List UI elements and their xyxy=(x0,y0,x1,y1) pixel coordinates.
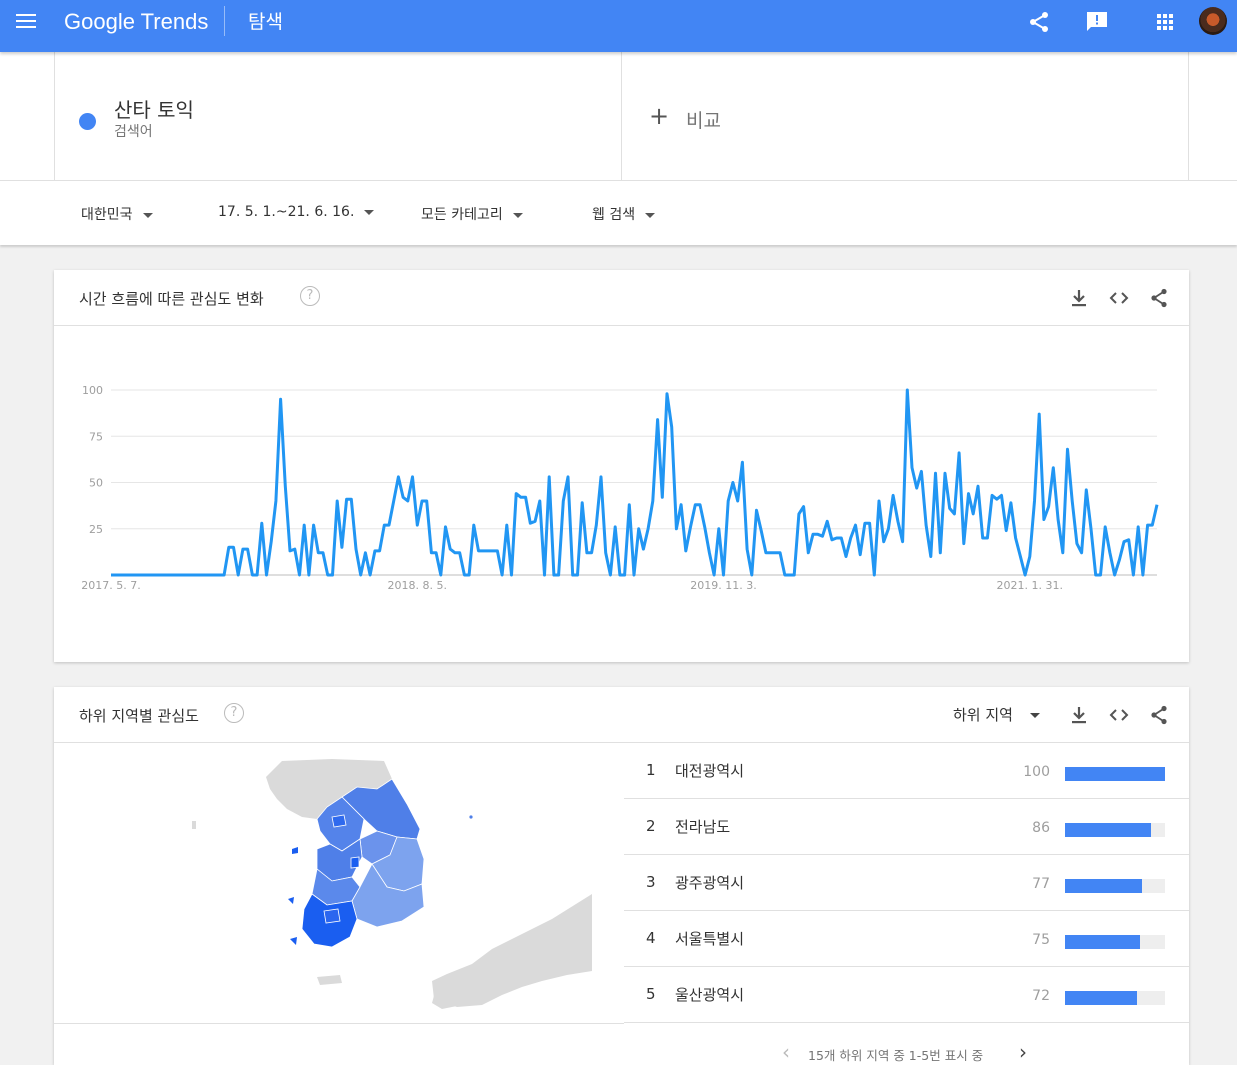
rank-number: 3 xyxy=(646,873,656,891)
interest-value: 77 xyxy=(1032,876,1050,892)
interest-bar xyxy=(1065,935,1140,949)
list-item[interactable]: 4 서울특별시 75 xyxy=(624,911,1189,967)
interest-bar-track xyxy=(1065,823,1165,837)
search-term-type: 검색어 xyxy=(114,124,153,140)
region-name[interactable]: 광주광역시 xyxy=(675,872,744,893)
x-tick-label: 2017. 5. 7. xyxy=(81,579,140,592)
download-icon[interactable] xyxy=(1067,703,1091,727)
pagination: ‹ 15개 하위 지역 중 1-5번 표시 중 › xyxy=(54,1039,1189,1065)
map-ulleung xyxy=(469,815,473,819)
y-tick-label: 100 xyxy=(82,384,103,397)
share-icon[interactable] xyxy=(1147,703,1171,727)
map-west-islands xyxy=(288,847,298,945)
menu-icon[interactable] xyxy=(16,14,36,30)
x-tick-label: 2021. 1. 31. xyxy=(997,579,1063,592)
next-page-icon[interactable]: › xyxy=(1019,1040,1027,1064)
map-region-gwangju xyxy=(323,908,341,924)
interest-bar-track xyxy=(1065,767,1165,781)
dropdown-arrow-icon xyxy=(512,212,523,218)
share-icon[interactable] xyxy=(1027,10,1051,34)
interest-value: 86 xyxy=(1032,820,1050,836)
subregion-title: 하위 지역별 관심도 xyxy=(79,707,199,725)
rank-number: 5 xyxy=(646,985,656,1003)
interest-bar-track xyxy=(1065,935,1165,949)
apps-grid-icon[interactable] xyxy=(1153,10,1177,34)
help-icon[interactable]: ? xyxy=(300,286,320,306)
interest-bar xyxy=(1065,823,1151,837)
search-term-name[interactable]: 산타 토익 xyxy=(114,94,194,123)
help-icon[interactable]: ? xyxy=(224,703,244,723)
feedback-icon[interactable] xyxy=(1085,10,1109,34)
page-title: 탐색 xyxy=(248,11,283,33)
x-tick-label: 2018. 8. 5. xyxy=(388,579,447,592)
share-icon[interactable] xyxy=(1147,286,1171,310)
dropdown-arrow-icon xyxy=(364,209,375,215)
interest-over-time-card: 시간 흐름에 따른 관심도 변화 ? 100 75 50 25 2017. 5. 7. 2… xyxy=(54,270,1189,662)
top-app-bar: Google Trends 탐색 xyxy=(0,0,1237,52)
rank-number: 4 xyxy=(646,929,656,947)
list-item[interactable]: 1 대전광역시 100 xyxy=(624,743,1189,799)
add-icon: + xyxy=(649,102,670,130)
subregion-interest-card: 하위 지역별 관심도 ? 하위 지역 1 대전광역시 100 2 전라남도 86… xyxy=(54,687,1189,1065)
card-header: 하위 지역별 관심도 ? 하위 지역 xyxy=(54,687,1189,743)
y-tick-label: 50 xyxy=(89,477,103,490)
region-name[interactable]: 울산광역시 xyxy=(675,984,744,1005)
map-west-islet xyxy=(192,821,196,829)
dropdown-arrow-icon xyxy=(1029,713,1040,718)
previous-page-icon[interactable]: ‹ xyxy=(782,1040,790,1064)
interest-bar xyxy=(1065,767,1165,781)
embed-code-icon[interactable] xyxy=(1107,286,1131,310)
rank-number: 1 xyxy=(646,761,656,779)
dropdown-arrow-icon xyxy=(142,212,153,218)
y-tick-label: 75 xyxy=(89,430,103,443)
list-item[interactable]: 2 전라남도 86 xyxy=(624,799,1189,855)
region-name[interactable]: 서울특별시 xyxy=(675,928,744,949)
search-type-dropdown[interactable]: 웹 검색 xyxy=(592,204,656,224)
interest-bar xyxy=(1065,879,1142,893)
interest-bar xyxy=(1065,991,1137,1005)
dropdown-arrow-icon xyxy=(645,212,656,218)
download-icon[interactable] xyxy=(1067,286,1091,310)
y-tick-label: 25 xyxy=(89,523,103,536)
compare-label: 비교 xyxy=(686,110,721,132)
map-region-seoul xyxy=(331,814,347,828)
subregion-level-dropdown[interactable]: 하위 지역 xyxy=(953,704,1040,725)
interest-value: 75 xyxy=(1032,932,1050,948)
search-term-card[interactable]: 산타 토익 검색어 xyxy=(54,52,622,180)
divider xyxy=(54,1023,624,1024)
region-dropdown[interactable]: 대한민국 xyxy=(81,204,153,224)
map-jeju xyxy=(317,975,342,985)
korea-region-map[interactable] xyxy=(192,759,594,1011)
list-item[interactable]: 3 광주광역시 77 xyxy=(624,855,1189,911)
interest-over-time-title: 시간 흐름에 따른 관심도 변화 xyxy=(79,290,264,308)
google-trends-logo[interactable]: Google Trends xyxy=(64,9,208,35)
interest-bar-track xyxy=(1065,991,1165,1005)
pagination-status: 15개 하위 지역 중 1-5번 표시 중 xyxy=(808,1048,984,1063)
date-range-dropdown[interactable]: 17. 5. 1.~21. 6. 16. xyxy=(218,204,375,220)
map-region-daejeon xyxy=(350,856,360,869)
term-color-dot xyxy=(79,113,96,130)
header-divider xyxy=(224,6,225,36)
interest-bar-track xyxy=(1065,879,1165,893)
region-name[interactable]: 전라남도 xyxy=(675,816,730,837)
interest-value: 72 xyxy=(1032,988,1050,1004)
compare-card[interactable]: + 비교 xyxy=(622,52,1189,180)
account-avatar[interactable] xyxy=(1199,7,1227,35)
x-tick-label: 2019. 11. 3. xyxy=(690,579,756,592)
interest-line-chart: 100 75 50 25 2017. 5. 7. 2018. 8. 5. 2019. 11.… xyxy=(81,384,1159,592)
rank-number: 2 xyxy=(646,817,656,835)
card-header: 시간 흐름에 따른 관심도 변화 ? xyxy=(54,270,1189,326)
interest-value: 100 xyxy=(1023,764,1050,780)
list-item[interactable]: 5 울산광역시 72 xyxy=(624,967,1189,1023)
embed-code-icon[interactable] xyxy=(1107,703,1131,727)
region-name[interactable]: 대전광역시 xyxy=(675,760,744,781)
category-dropdown[interactable]: 모든 카테고리 xyxy=(421,204,523,224)
filter-bar: 대한민국 17. 5. 1.~21. 6. 16. 모든 카테고리 웹 검색 xyxy=(0,180,1237,245)
